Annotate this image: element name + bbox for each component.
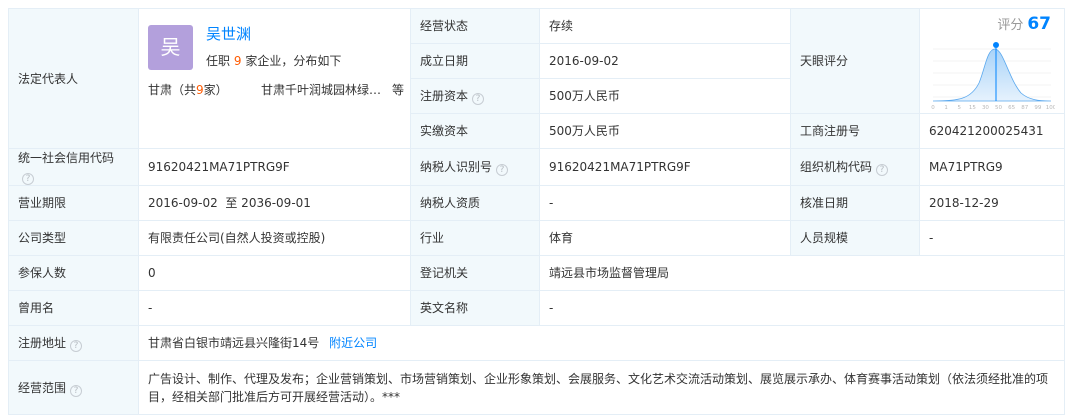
positions-suffix: 家企业，分布如下: [245, 54, 342, 68]
score-caption: 评分: [997, 18, 1024, 33]
former-name-label: 曾用名: [8, 290, 139, 326]
org-code-value: MA71PTRG9: [919, 148, 1065, 186]
org-code-label: 组织机构代码: [800, 160, 873, 174]
taxpayer-id-value: 91620421MA71PTRG9F: [539, 148, 791, 186]
address-label: 注册地址: [18, 336, 67, 350]
term-value: 2016-09-02 至 2036-09-01: [138, 185, 411, 221]
term-label: 营业期限: [8, 185, 139, 221]
avatar[interactable]: 吴: [148, 25, 193, 70]
score-tick-label: 100: [1046, 105, 1055, 111]
score-cell[interactable]: 评分 67 0 1 5 15 30 50 65 87 99 100: [919, 8, 1065, 114]
score-distribution-chart: 0 1 5 15 30 50 65 87 99 100: [931, 42, 1055, 111]
status-value: 存续: [539, 8, 791, 44]
approve-date-label: 核准日期: [790, 185, 920, 221]
score-tick-label: 0: [931, 105, 935, 111]
credit-code-label: 统一社会信用代码: [18, 151, 115, 165]
company-info-table: 法定代表人 吴 吴世渊 任职 9 家企业，分布如下 甘肃（共9家） 甘肃千叶润城…: [8, 8, 1065, 415]
related-company-link[interactable]: 甘肃千叶润城园林绿化工程有限公司: [261, 81, 383, 99]
status-label: 经营状态: [410, 8, 540, 44]
founded-value: 2016-09-02: [539, 43, 791, 79]
credit-code-value: 91620421MA71PTRG9F: [138, 148, 411, 186]
scope-label-cell: 经营范围?: [8, 360, 139, 415]
help-icon[interactable]: ?: [22, 173, 34, 185]
legal-rep-positions: 任职 9 家企业，分布如下: [206, 52, 341, 70]
paid-capital-value: 500万人民币: [539, 113, 791, 149]
taxpayer-id-label-cell: 纳税人识别号?: [410, 148, 540, 186]
region-suffix: 家）: [203, 83, 228, 97]
company-info-panel: 法定代表人 吴 吴世渊 任职 9 家企业，分布如下 甘肃（共9家） 甘肃千叶润城…: [8, 8, 1065, 415]
score-tick-label: 87: [1021, 105, 1028, 111]
legal-rep-name-link[interactable]: 吴世渊: [206, 25, 251, 43]
approve-date-value: 2018-12-29: [919, 185, 1065, 221]
reg-capital-label-cell: 注册资本?: [410, 78, 540, 114]
score-tick-labels: 0 1 5 15 30 50 65 87 99 100: [931, 105, 1055, 111]
address-label-cell: 注册地址?: [8, 325, 139, 361]
paid-capital-label: 实缴资本: [410, 113, 540, 149]
help-icon[interactable]: ?: [876, 164, 889, 176]
industry-value: 体育: [539, 220, 791, 256]
former-name-value: -: [138, 290, 411, 326]
tax-qual-label: 纳税人资质: [410, 185, 540, 221]
biz-reg-no-label: 工商注册号: [790, 113, 920, 149]
help-icon[interactable]: ?: [70, 384, 83, 397]
score-tick-label: 30: [982, 105, 989, 111]
nearby-companies-link[interactable]: 附近公司: [329, 336, 377, 350]
help-icon[interactable]: ?: [472, 93, 485, 105]
company-type-label: 公司类型: [8, 220, 139, 256]
score-bell-area: [932, 48, 1052, 102]
score-marker-dot: [993, 42, 1000, 48]
reg-capital-value: 500万人民币: [539, 78, 791, 114]
english-name-label: 英文名称: [410, 290, 540, 326]
region-prefix: 甘肃（共: [148, 83, 197, 97]
score-tick-label: 99: [1034, 105, 1041, 111]
related-company-more: 等: [392, 83, 405, 97]
taxpayer-id-label: 纳税人识别号: [420, 160, 493, 174]
positions-prefix: 任职: [206, 54, 231, 68]
insured-label: 参保人数: [8, 255, 139, 291]
score-tick-label: 15: [969, 105, 976, 111]
legal-rep-label: 法定代表人: [8, 8, 139, 149]
score-tick-label: 5: [957, 105, 961, 111]
reg-capital-label: 注册资本: [420, 89, 469, 103]
reg-authority-label: 登记机关: [410, 255, 540, 291]
staff-size-value: -: [919, 220, 1065, 256]
score-header: 评分 67: [997, 15, 1051, 35]
help-icon[interactable]: ?: [70, 340, 83, 352]
org-code-label-cell: 组织机构代码?: [790, 148, 920, 186]
scope-value: 广告设计、制作、代理及发布；企业营销策划、市场营销策划、企业形象策划、会展服务、…: [138, 360, 1065, 415]
tax-qual-value: -: [539, 185, 791, 221]
score-value: 67: [1027, 14, 1051, 34]
company-type-value: 有限责任公司(自然人投资或控股): [138, 220, 411, 256]
founded-label: 成立日期: [410, 43, 540, 79]
positions-count: 9: [233, 54, 242, 68]
credit-code-label-cell: 统一社会信用代码?: [8, 148, 139, 186]
staff-size-label: 人员规模: [790, 220, 920, 256]
biz-reg-no-value: 620421200025431: [919, 113, 1065, 149]
address-cell: 甘肃省白银市靖远县兴隆街14号 附近公司: [138, 325, 1065, 361]
industry-label: 行业: [410, 220, 540, 256]
region-filter[interactable]: 甘肃（共9家）: [148, 81, 228, 99]
insured-value: 0: [138, 255, 411, 291]
region-count: 9: [196, 83, 204, 97]
score-tick-label: 65: [1008, 105, 1015, 111]
score-tick-label: 50: [995, 105, 1002, 111]
address-value: 甘肃省白银市靖远县兴隆街14号: [148, 336, 320, 350]
score-label: 天眼评分: [790, 8, 920, 114]
english-name-value: -: [539, 290, 1065, 326]
scope-label: 经营范围: [18, 380, 67, 395]
legal-rep-cell: 吴 吴世渊 任职 9 家企业，分布如下 甘肃（共9家） 甘肃千叶润城园林绿化工程…: [138, 8, 411, 149]
score-tick-label: 1: [944, 105, 948, 111]
reg-authority-value: 靖远县市场监督管理局: [539, 255, 1065, 291]
help-icon[interactable]: ?: [496, 164, 509, 176]
